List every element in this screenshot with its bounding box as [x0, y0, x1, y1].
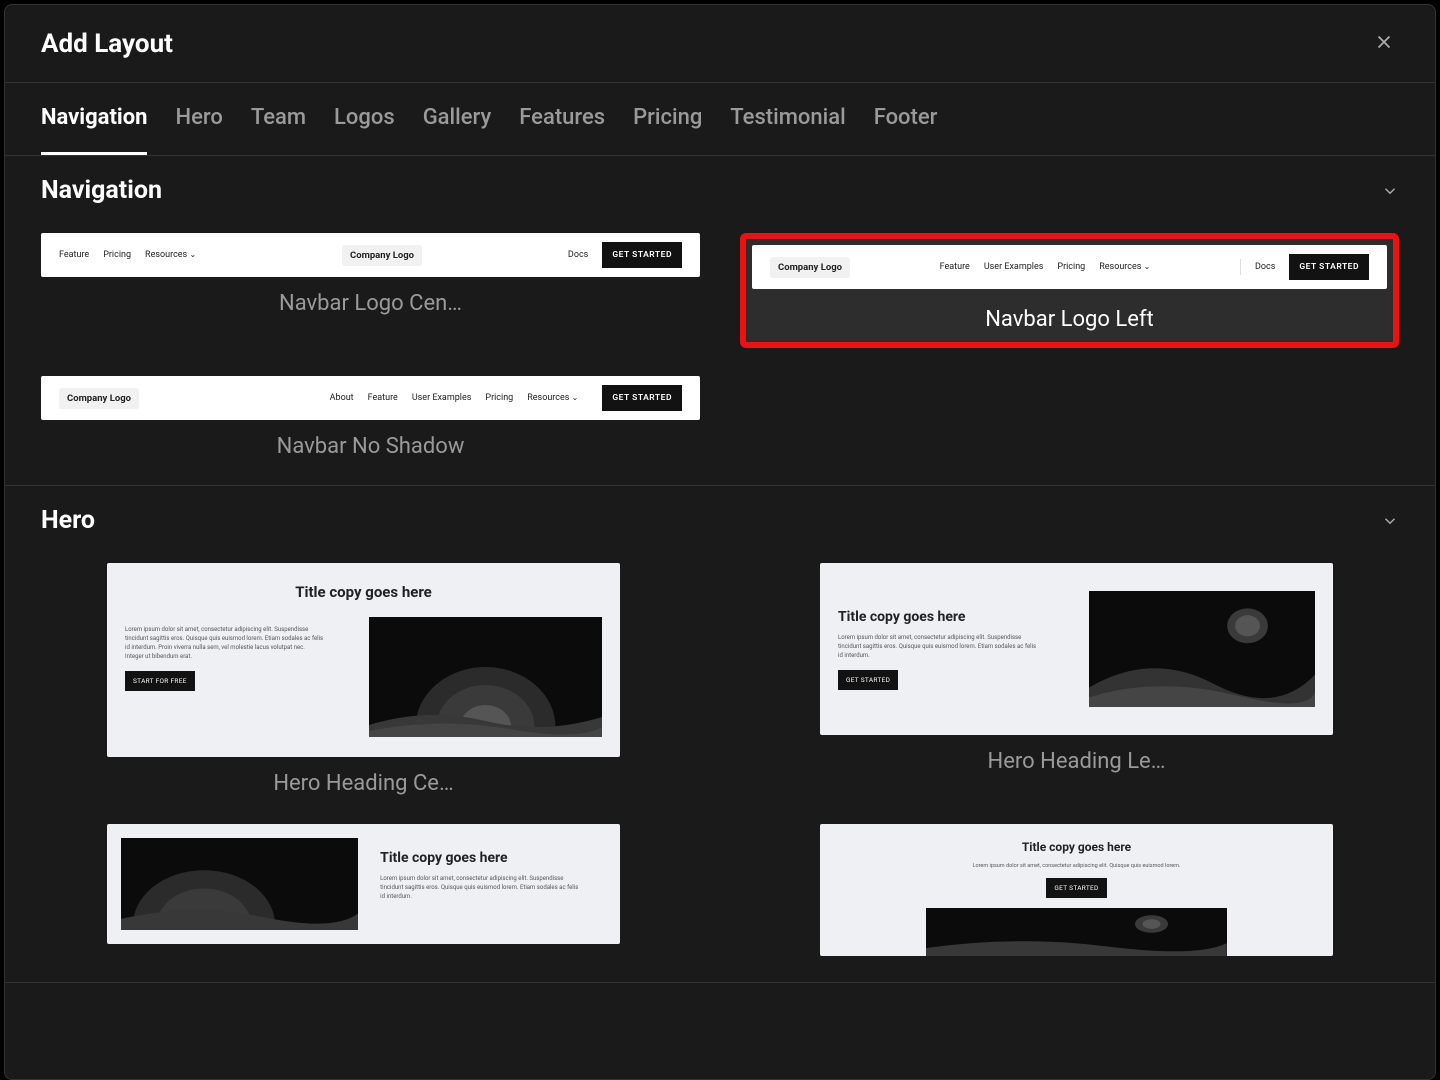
- tab-testimonial[interactable]: Testimonial: [730, 83, 845, 155]
- layout-card-navbar-no-shadow[interactable]: Company Logo About Feature User Examples…: [41, 376, 700, 459]
- layout-card-hero-4[interactable]: Title copy goes here Lorem ipsum dolor s…: [820, 824, 1333, 956]
- thumb-hero-image-left: Title copy goes here Lorem ipsum dolor s…: [107, 824, 620, 944]
- thumb-logo: Company Logo: [59, 388, 139, 409]
- thumb-link: Pricing: [485, 393, 513, 403]
- tab-navigation[interactable]: Navigation: [41, 83, 147, 155]
- thumb-cta: GET STARTED: [1289, 254, 1369, 280]
- layout-card-hero-3[interactable]: Title copy goes here Lorem ipsum dolor s…: [107, 824, 620, 956]
- thumb-hero-cta: START FOR FREE: [125, 671, 195, 691]
- chevron-down-icon: ⌄: [189, 250, 196, 259]
- thumb-hero-title: Title copy goes here: [1022, 840, 1131, 854]
- thumb-hero-centered-small: Title copy goes here Lorem ipsum dolor s…: [820, 824, 1333, 956]
- thumb-logo: Company Logo: [342, 245, 422, 266]
- layouts-scroll[interactable]: Navigation Feature Pricing Resources ⌄ C…: [5, 156, 1435, 1079]
- divider: [1240, 259, 1241, 275]
- layout-card-navbar-logo-center[interactable]: Feature Pricing Resources ⌄ Company Logo…: [41, 233, 700, 348]
- tab-logos[interactable]: Logos: [334, 83, 395, 155]
- thumb-link-label: Resources: [527, 393, 569, 403]
- thumb-hero-lorem: Lorem ipsum dolor sit amet, consectetur …: [380, 874, 580, 901]
- image-placeholder-icon: [1089, 591, 1316, 707]
- thumb-hero-lorem: Lorem ipsum dolor sit amet, consectetur …: [125, 625, 325, 661]
- navigation-grid: Feature Pricing Resources ⌄ Company Logo…: [41, 233, 1399, 459]
- hero-grid: Title copy goes here Lorem ipsum dolor s…: [41, 563, 1399, 956]
- tab-hero[interactable]: Hero: [175, 83, 222, 155]
- layout-card-label: Navbar No Shadow: [41, 434, 700, 459]
- layout-card-label: Navbar Logo Cen…: [41, 291, 700, 316]
- tab-pricing[interactable]: Pricing: [633, 83, 702, 155]
- section-hero-header[interactable]: Hero: [41, 506, 1399, 535]
- tab-team[interactable]: Team: [251, 83, 306, 155]
- layout-card-hero-heading-left[interactable]: Title copy goes here Lorem ipsum dolor s…: [820, 563, 1333, 796]
- tab-footer[interactable]: Footer: [874, 83, 938, 155]
- thumb-links: Feature User Examples Pricing Resources …: [940, 262, 1151, 272]
- modal-header: Add Layout: [5, 5, 1435, 82]
- thumb-logo: Company Logo: [770, 257, 850, 278]
- tab-features[interactable]: Features: [519, 83, 605, 155]
- thumb-cta: GET STARTED: [602, 385, 682, 411]
- thumb-hero-center: Title copy goes here Lorem ipsum dolor s…: [107, 563, 620, 757]
- thumb-links: About Feature User Examples Pricing Reso…: [330, 393, 579, 403]
- layout-card-label: Hero Heading Le…: [820, 749, 1333, 774]
- image-placeholder-icon: [926, 908, 1227, 956]
- thumb-hero-cta: GET STARTED: [838, 670, 898, 690]
- thumb-link: Feature: [368, 393, 398, 403]
- thumb-link: Resources ⌄: [1099, 262, 1150, 272]
- section-hero-title: Hero: [41, 506, 95, 535]
- thumb-link: Feature: [59, 250, 89, 260]
- thumb-link: Pricing: [1057, 262, 1085, 272]
- thumb-cta: GET STARTED: [602, 242, 682, 268]
- layout-card-hero-heading-center[interactable]: Title copy goes here Lorem ipsum dolor s…: [107, 563, 620, 796]
- thumb-link: Pricing: [103, 250, 131, 260]
- chevron-down-icon: [1381, 182, 1399, 200]
- thumb-link: Resources ⌄: [527, 393, 578, 403]
- thumb-link: User Examples: [412, 393, 472, 403]
- layout-card-label: Navbar Logo Left: [746, 307, 1393, 332]
- thumb-hero-title: Title copy goes here: [838, 609, 1065, 625]
- thumb-navbar-logo-left: Company Logo Feature User Examples Prici…: [752, 245, 1387, 289]
- thumb-left-links: Feature Pricing Resources ⌄: [59, 250, 196, 260]
- thumb-link-label: Resources: [1099, 262, 1141, 272]
- section-navigation-header[interactable]: Navigation: [41, 176, 1399, 205]
- thumb-link: Resources ⌄: [145, 250, 196, 260]
- section-navigation-title: Navigation: [41, 176, 162, 205]
- section-navigation: Navigation Feature Pricing Resources ⌄ C…: [5, 156, 1435, 486]
- thumb-hero-lorem: Lorem ipsum dolor sit amet, consectetur …: [973, 862, 1181, 870]
- close-icon: [1373, 31, 1395, 53]
- add-layout-modal: Add Layout Navigation Hero Team Logos Ga…: [4, 4, 1436, 1080]
- thumb-link: Docs: [568, 250, 588, 260]
- thumb-link: User Examples: [984, 262, 1044, 272]
- layout-card-navbar-logo-left[interactable]: Company Logo Feature User Examples Prici…: [740, 233, 1399, 348]
- section-hero: Hero Title copy goes here Lorem ipsum do…: [5, 486, 1435, 983]
- thumb-hero-title: Title copy goes here: [380, 850, 606, 866]
- thumb-link-label: Resources: [145, 250, 187, 260]
- image-placeholder-icon: [121, 838, 358, 930]
- chevron-down-icon: ⌄: [1144, 262, 1151, 271]
- thumb-link: About: [330, 393, 354, 403]
- chevron-down-icon: ⌄: [572, 393, 579, 402]
- thumb-hero-cta: GET STARTED: [1046, 878, 1106, 898]
- modal-title: Add Layout: [41, 29, 173, 59]
- category-tabs: Navigation Hero Team Logos Gallery Featu…: [5, 82, 1435, 156]
- thumb-hero-lorem: Lorem ipsum dolor sit amet, consectetur …: [838, 633, 1038, 660]
- thumb-hero-left: Title copy goes here Lorem ipsum dolor s…: [820, 563, 1333, 735]
- layout-card-label: Hero Heading Ce…: [107, 771, 620, 796]
- thumb-link: Feature: [940, 262, 970, 272]
- close-button[interactable]: [1369, 27, 1399, 60]
- thumb-navbar-logo-center: Feature Pricing Resources ⌄ Company Logo…: [41, 233, 700, 277]
- tab-gallery[interactable]: Gallery: [423, 83, 492, 155]
- thumb-hero-title: Title copy goes here: [295, 583, 432, 601]
- image-placeholder-icon: [369, 617, 602, 737]
- thumb-link: Docs: [1255, 262, 1275, 272]
- thumb-navbar-no-shadow: Company Logo About Feature User Examples…: [41, 376, 700, 420]
- chevron-down-icon: [1381, 512, 1399, 530]
